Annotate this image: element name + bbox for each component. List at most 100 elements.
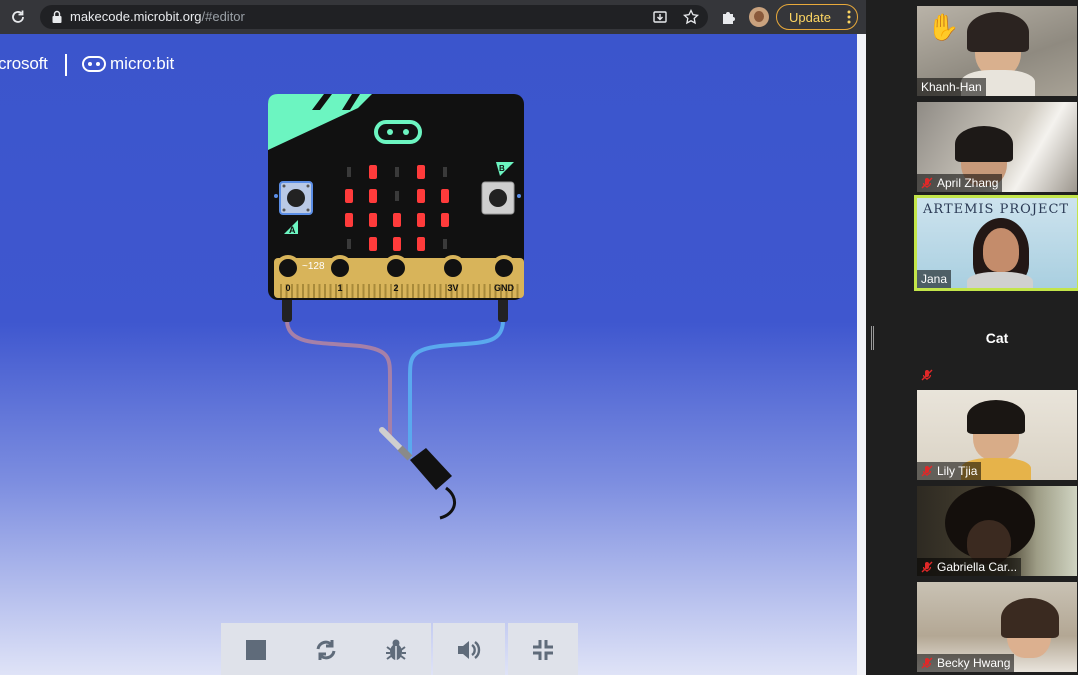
update-button[interactable]: Update [776, 4, 858, 30]
edge-tooth [291, 284, 293, 298]
edge-tooth [296, 284, 299, 298]
edge-tooth [434, 284, 436, 298]
led-on [417, 213, 425, 227]
pin-label: 2 [393, 283, 398, 293]
bookmark-star-icon[interactable] [683, 9, 699, 25]
led-on [441, 189, 449, 203]
participant-tile[interactable]: ✋ Khanh-Han [917, 6, 1077, 96]
edge-tooth [423, 284, 425, 298]
speaker-icon [458, 641, 481, 659]
participant-name-tag: Lily Tjia [917, 462, 982, 480]
edge-tooth [368, 284, 370, 298]
edge-tooth [406, 284, 409, 298]
led-on [345, 213, 353, 227]
edge-tooth [467, 284, 469, 298]
extensions-puzzle-icon[interactable] [720, 8, 738, 26]
left-wire [285, 319, 392, 438]
edge-tooth [324, 284, 326, 298]
led-on [441, 213, 449, 227]
pin-gnd[interactable]: GND [491, 255, 517, 293]
mic-muted-icon [921, 657, 933, 669]
edge-tooth [351, 284, 354, 298]
participant-tile-active-speaker[interactable]: ARTEMIS PROJECT Jana [914, 195, 1078, 291]
participant-name-tag: Jana [917, 270, 952, 288]
button-a-label: A [289, 225, 296, 235]
edge-tooth [401, 284, 403, 298]
participant-name-tag: Becky Hwang [917, 654, 1015, 672]
participant-tile[interactable]: Gabriella Car... [917, 486, 1077, 576]
participant-name-tag: Khanh-Han [917, 78, 986, 96]
debug-button[interactable] [361, 623, 431, 675]
mute-button[interactable] [433, 623, 505, 675]
pin-label: GND [494, 283, 515, 293]
edge-tooth [318, 284, 321, 298]
led-off [395, 191, 399, 201]
edge-tooth [379, 284, 381, 298]
pin-label: 3V [447, 283, 458, 293]
pin0-value-readout: ~128 [302, 261, 325, 272]
edge-tooth [313, 284, 315, 298]
edge-tooth [489, 284, 491, 298]
browser-toolbar: makecode.microbit.org/#editor Update [0, 0, 866, 34]
edge-tooth [478, 284, 480, 298]
edge-tooth [302, 284, 304, 298]
headphone-jack [379, 427, 456, 520]
edge-tooth [390, 284, 392, 298]
microsoft-logo-text: crosoft [0, 54, 48, 73]
edge-tooth [307, 284, 310, 298]
led-on [369, 165, 377, 179]
panel-resize-handle[interactable] [871, 326, 874, 350]
edge-tooth [357, 284, 359, 298]
participant-name: Lily Tjia [937, 464, 978, 478]
participant-tile[interactable]: Lily Tjia [917, 390, 1077, 480]
restart-icon [316, 640, 336, 660]
profile-avatar[interactable] [749, 7, 769, 27]
participant-name: Khanh-Han [921, 80, 982, 94]
participant-tile[interactable]: April Zhang [917, 102, 1077, 192]
edge-tooth [428, 284, 431, 298]
edge-tooth [373, 284, 376, 298]
install-app-icon[interactable] [652, 9, 668, 25]
edge-tooth [472, 284, 475, 298]
edge-tooth [384, 284, 387, 298]
more-menu-icon[interactable] [847, 10, 851, 24]
led-off [347, 239, 351, 249]
led-on [393, 213, 401, 227]
led-on [369, 189, 377, 203]
led-off [395, 167, 399, 177]
microbit-logo[interactable]: micro:bit [82, 54, 174, 74]
led-on [417, 165, 425, 179]
url-path: /#editor [201, 9, 245, 24]
page-scroll-edge [857, 34, 866, 675]
edge-tooth [346, 284, 348, 298]
restart-button[interactable] [291, 623, 361, 675]
led-off [347, 167, 351, 177]
makecode-simulator-page: crosoft micro:bit A B 0 1 2 3V GND ~128 [0, 34, 857, 675]
background-banner-text: ARTEMIS PROJECT [923, 202, 1070, 217]
reload-icon[interactable] [8, 7, 28, 27]
mic-muted-icon [921, 561, 933, 573]
mic-muted-icon [921, 465, 933, 477]
button-b-label: B [499, 164, 505, 173]
participant-name: April Zhang [937, 176, 999, 190]
participant-name: Jana [921, 272, 948, 286]
lock-icon [52, 10, 62, 23]
update-label: Update [789, 9, 831, 25]
participant-tile[interactable]: Becky Hwang [917, 582, 1077, 672]
led-on [345, 189, 353, 203]
microbit-logo-icon [82, 56, 106, 72]
edge-tooth [412, 284, 414, 298]
edge-tooth [439, 284, 442, 298]
participant-name: Gabriella Car... [937, 560, 1018, 574]
participant-name-tag: Gabriella Car... [917, 558, 1022, 576]
fullscreen-button[interactable] [508, 623, 578, 675]
right-wire [408, 319, 505, 458]
edge-tooth [280, 284, 282, 298]
participant-name-tag [917, 366, 937, 384]
edge-tooth [516, 284, 519, 298]
participant-tile-no-video[interactable]: Cat [917, 294, 1077, 384]
address-bar[interactable]: makecode.microbit.org/#editor [40, 5, 708, 29]
participant-name-tag: April Zhang [917, 174, 1003, 192]
led-on [417, 237, 425, 251]
stop-button[interactable] [221, 623, 291, 675]
